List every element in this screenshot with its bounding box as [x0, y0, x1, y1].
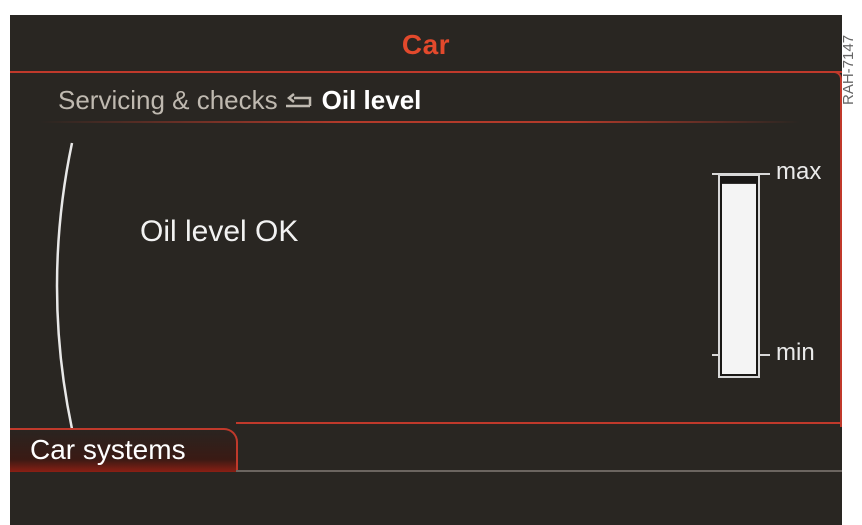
footer-rule: [236, 470, 842, 472]
footer-bar: Car systems: [10, 412, 842, 525]
oil-level-fill: [722, 183, 756, 374]
oil-level-gauge: [712, 173, 770, 378]
scroll-arc: [55, 142, 74, 430]
breadcrumb-divider: [40, 121, 800, 123]
watermark-code: RAH-7147: [840, 34, 857, 106]
footer-top-rule: [236, 422, 842, 424]
breadcrumb-parent[interactable]: Servicing & checks: [58, 85, 278, 116]
oil-status-text: Oil level OK: [140, 215, 299, 248]
screen-title: Car: [401, 29, 451, 60]
tab-label: Car systems: [30, 434, 186, 465]
gauge-max-label: max: [776, 158, 822, 185]
tab-car-systems[interactable]: Car systems: [10, 428, 238, 472]
return-arrow-icon: [284, 90, 314, 110]
header-divider: [10, 71, 842, 73]
breadcrumb: Servicing & checks Oil level: [58, 83, 421, 117]
breadcrumb-current: Oil level: [321, 84, 422, 115]
gauge-min-label: min: [776, 339, 815, 366]
